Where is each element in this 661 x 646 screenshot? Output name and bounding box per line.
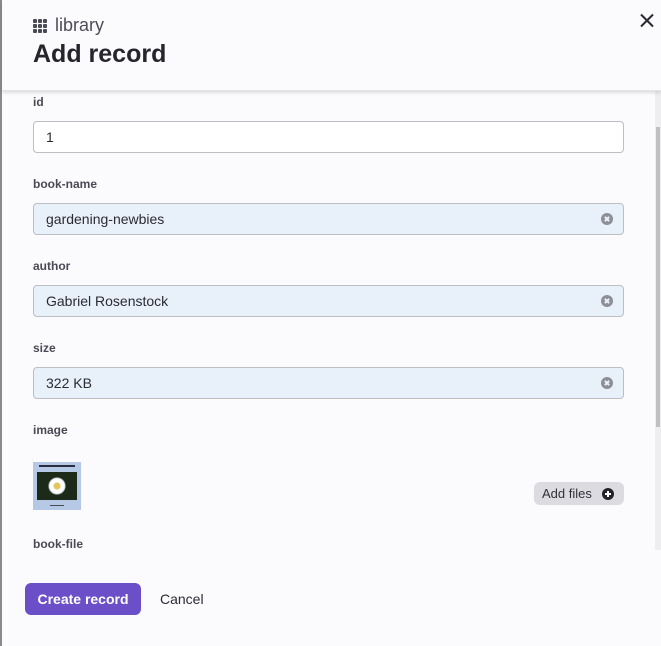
breadcrumb[interactable]: library [33, 15, 104, 36]
add-files-button[interactable]: Add files [534, 482, 624, 505]
cover-title-text [39, 465, 75, 467]
input-value: Gabriel Rosenstock [46, 293, 169, 309]
field-id: id 1 [33, 95, 624, 153]
clear-icon[interactable] [601, 213, 613, 225]
page-title: Add record [33, 40, 167, 68]
field-book-name: book-name gardening-newbies [33, 177, 624, 235]
clear-icon[interactable] [601, 295, 613, 307]
scrollbar-thumb[interactable] [656, 127, 660, 427]
grid-icon [33, 18, 47, 33]
field-label: book-name [33, 177, 98, 191]
cover-author-text [50, 505, 64, 506]
clear-icon[interactable] [601, 377, 613, 389]
add-files-label: Add files [542, 486, 592, 501]
size-input[interactable]: 322 KB [33, 367, 624, 399]
dialog-footer: Create record Cancel [2, 550, 661, 646]
field-book-file: book-file [33, 537, 624, 550]
field-size: size 322 KB [33, 341, 624, 399]
image-thumbnail[interactable] [33, 462, 81, 510]
field-label: id [33, 95, 44, 109]
flower-image [48, 477, 66, 495]
form-body: id 1 book-name gardening-newbies author … [2, 90, 656, 550]
author-input[interactable]: Gabriel Rosenstock [33, 285, 624, 317]
field-author: author Gabriel Rosenstock [33, 259, 624, 317]
input-value: 322 KB [46, 375, 92, 391]
field-image: image [33, 423, 624, 437]
id-input[interactable]: 1 [33, 121, 624, 153]
field-label: image [33, 423, 68, 437]
book-name-input[interactable]: gardening-newbies [33, 203, 624, 235]
field-label: author [33, 259, 71, 273]
create-record-button[interactable]: Create record [25, 583, 141, 615]
field-label: book-file [33, 537, 83, 550]
plus-circle-icon [602, 488, 614, 500]
input-value: gardening-newbies [46, 211, 165, 227]
breadcrumb-label: library [55, 15, 105, 35]
dialog-header: library Add record [2, 0, 661, 91]
cover-photo [37, 472, 77, 500]
cancel-button[interactable]: Cancel [152, 583, 212, 615]
close-icon[interactable] [636, 10, 658, 32]
field-label: size [33, 341, 56, 355]
scrollbar[interactable] [655, 90, 661, 550]
input-value: 1 [46, 129, 54, 145]
